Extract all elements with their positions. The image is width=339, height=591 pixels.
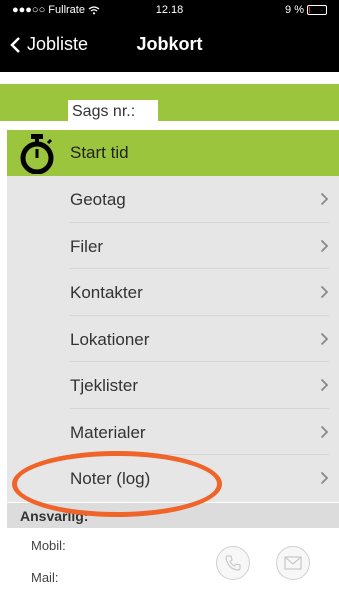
stopwatch-icon bbox=[20, 134, 54, 174]
navigation-bar: Jobliste Jobkort bbox=[0, 20, 339, 72]
menu-item-label: Filer bbox=[70, 236, 104, 256]
envelope-icon bbox=[284, 556, 302, 570]
header-band bbox=[0, 84, 339, 121]
responsible-section: Ansvarlig: Mobil: Mail: bbox=[7, 503, 339, 591]
phone-icon bbox=[225, 555, 241, 571]
mobile-label: Mobil: bbox=[31, 538, 66, 553]
status-bar: ●●●○○ Fullrate 12.18 9 % bbox=[0, 0, 339, 20]
menu-item-kontakter[interactable]: Kontakter bbox=[7, 269, 339, 316]
menu-item-lokationer[interactable]: Lokationer bbox=[7, 316, 339, 362]
chevron-right-icon bbox=[320, 332, 329, 345]
chevron-right-icon bbox=[320, 425, 329, 438]
highlight-ellipse bbox=[12, 451, 222, 517]
menu-item-label: Lokationer bbox=[70, 329, 150, 349]
battery-indicator: 9 % bbox=[285, 4, 327, 16]
start-time-button[interactable]: Start tid bbox=[7, 130, 339, 176]
page-title: Jobkort bbox=[136, 34, 203, 54]
menu-item-geotag[interactable]: Geotag bbox=[7, 176, 339, 223]
email-button[interactable] bbox=[276, 546, 310, 580]
chevron-right-icon bbox=[320, 378, 329, 392]
menu-item-label: Materialer bbox=[70, 422, 146, 442]
menu-item-filer[interactable]: Filer bbox=[7, 223, 339, 269]
job-menu-list: Geotag Filer Kontakter Lokationer Tjekli… bbox=[7, 176, 339, 502]
battery-icon bbox=[307, 5, 327, 15]
menu-item-materialer[interactable]: Materialer bbox=[7, 409, 339, 455]
menu-item-label: Tjeklister bbox=[70, 376, 139, 395]
case-number-field[interactable]: Sags nr.: bbox=[68, 100, 158, 122]
battery-percent: 9 % bbox=[285, 4, 304, 16]
mail-label: Mail: bbox=[31, 570, 59, 585]
start-time-label: Start tid bbox=[70, 143, 129, 162]
menu-item-tjeklister[interactable]: Tjeklister bbox=[7, 362, 339, 409]
chevron-right-icon bbox=[320, 471, 329, 485]
call-button[interactable] bbox=[216, 546, 250, 580]
chevron-right-icon bbox=[320, 239, 329, 252]
chevron-right-icon bbox=[320, 285, 329, 299]
menu-item-label: Geotag bbox=[70, 190, 126, 209]
chevron-right-icon bbox=[320, 192, 329, 206]
menu-item-label: Kontakter bbox=[70, 283, 143, 302]
